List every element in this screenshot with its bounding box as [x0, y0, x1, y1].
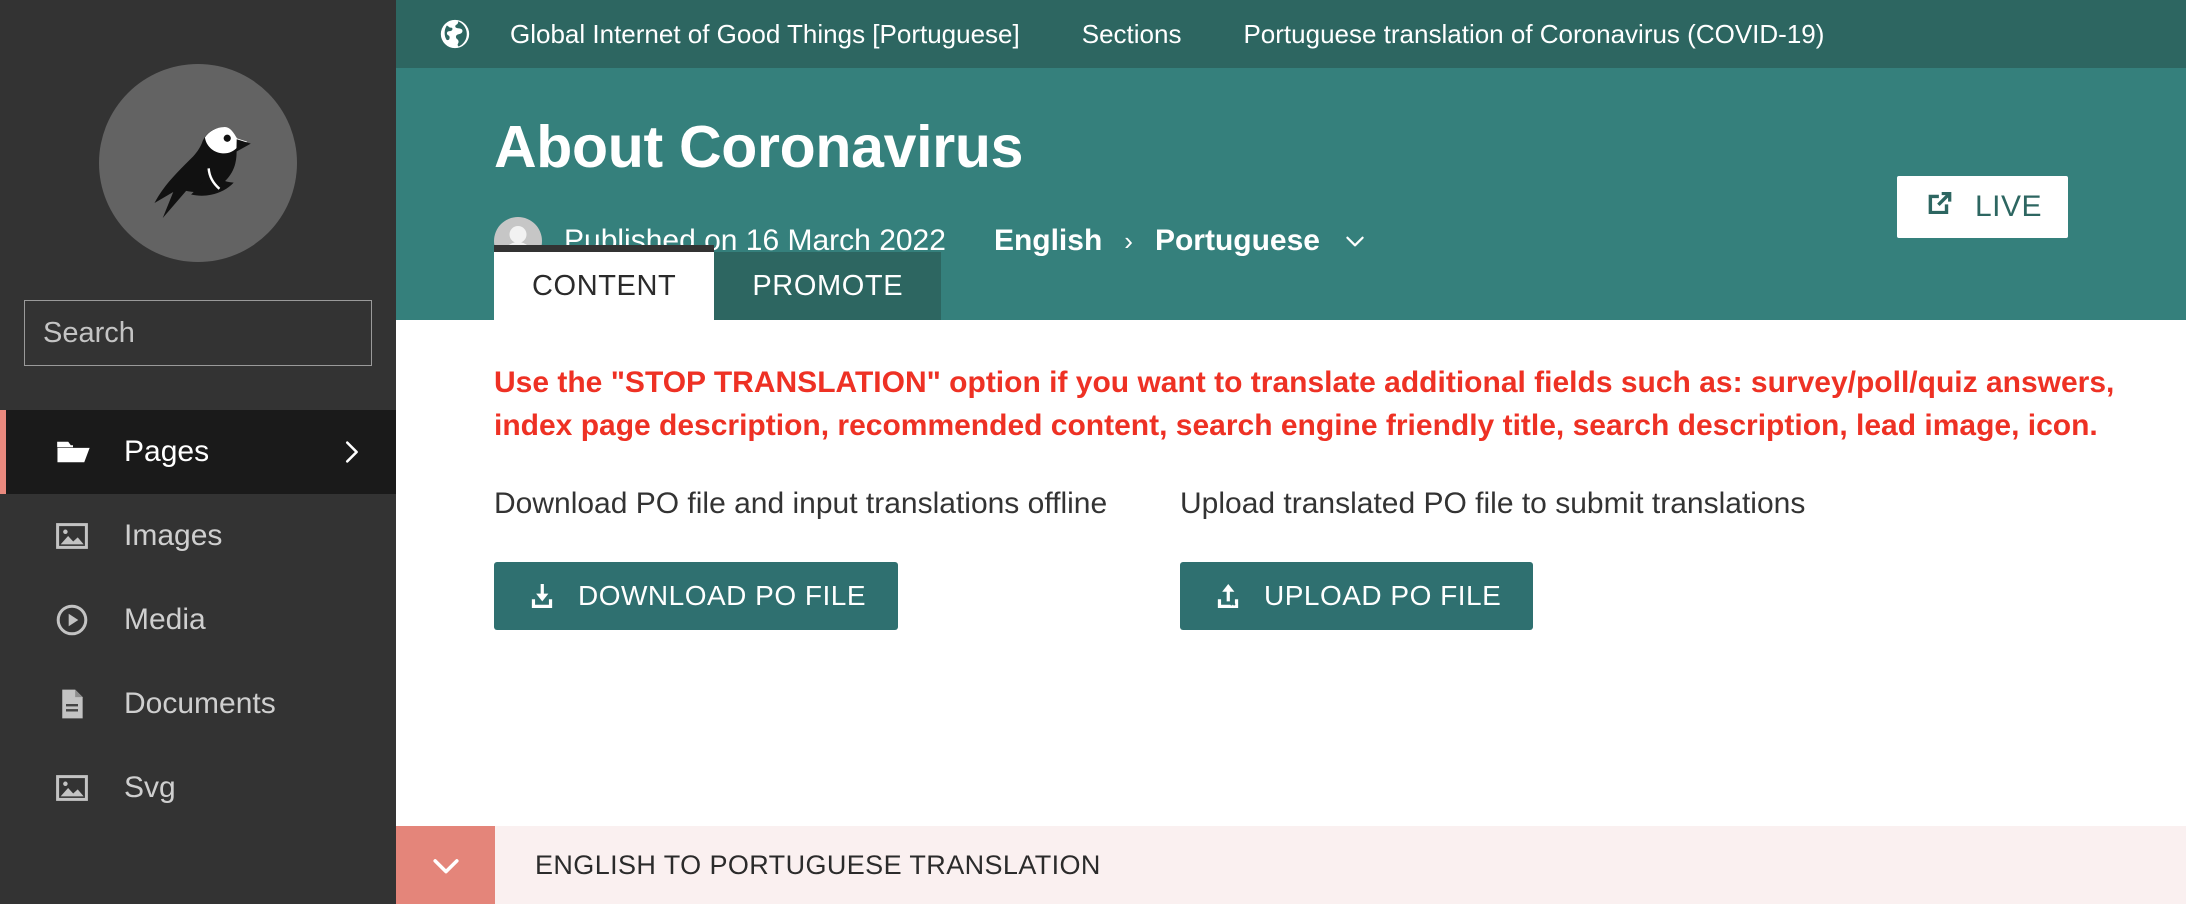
sidebar-item-documents[interactable]: Documents: [0, 662, 396, 746]
sidebar-logo[interactable]: [0, 0, 396, 318]
wagtail-bird-logo-icon: [99, 64, 297, 262]
document-icon: [54, 686, 94, 722]
stop-translation-warning: Use the "STOP TRANSLATION" option if you…: [494, 366, 2115, 442]
search-box[interactable]: [24, 300, 396, 366]
language-to[interactable]: Portuguese: [1155, 226, 1320, 256]
page-header: About Coronavirus LIVE Published on 16 M…: [396, 68, 2186, 320]
translation-accordion: ENGLISH TO PORTUGUESE TRANSLATION: [396, 826, 2186, 904]
content-body: Use the "STOP TRANSLATION" option if you…: [396, 320, 2186, 631]
sidebar: Pages Images: [0, 0, 396, 904]
main-content: Global Internet of Good Things [Portugue…: [396, 0, 2186, 904]
page-title: About Coronavirus: [494, 114, 1024, 180]
upload-icon: [1212, 580, 1244, 612]
sidebar-item-pages[interactable]: Pages: [0, 410, 396, 494]
wagtail-admin-page: Pages Images: [0, 0, 2186, 904]
live-button-label: LIVE: [1974, 190, 2042, 223]
sidebar-nav: Pages Images Media Documents Svg: [0, 410, 396, 830]
upload-po-column: Upload translated PO file to submit tran…: [1180, 487, 1866, 631]
sidebar-item-label: Media: [124, 603, 206, 636]
upload-po-file-button[interactable]: UPLOAD PO FILE: [1180, 562, 1534, 631]
chevron-down-icon[interactable]: [1342, 228, 1368, 254]
download-po-file-label: DOWNLOAD PO FILE: [578, 580, 867, 612]
image-icon: [54, 518, 94, 554]
language-from[interactable]: English: [994, 226, 1102, 256]
download-po-file-button[interactable]: DOWNLOAD PO FILE: [494, 562, 899, 631]
image-icon: [54, 770, 94, 806]
tab-promote[interactable]: PROMOTE: [714, 252, 942, 320]
tab-bar: CONTENT PROMOTE: [494, 245, 942, 320]
accordion-title: ENGLISH TO PORTUGUESE TRANSLATION: [535, 849, 1101, 880]
sidebar-item-media[interactable]: Media: [0, 578, 396, 662]
sidebar-item-label: Pages: [124, 435, 210, 468]
language-switcher: English › Portuguese: [994, 226, 1368, 256]
upload-po-file-label: UPLOAD PO FILE: [1264, 580, 1502, 612]
po-file-actions: Download PO file and input translations …: [494, 487, 2144, 631]
tab-content[interactable]: CONTENT: [494, 245, 715, 320]
breadcrumb-item-site[interactable]: Global Internet of Good Things [Portugue…: [510, 21, 1020, 47]
chevron-down-icon: [426, 845, 466, 885]
globe-icon[interactable]: [438, 17, 472, 51]
download-po-label: Download PO file and input translations …: [494, 487, 1108, 521]
sidebar-item-images[interactable]: Images: [0, 494, 396, 578]
sidebar-search: [0, 300, 396, 366]
accordion-toggle-button[interactable]: [396, 826, 495, 904]
live-button[interactable]: LIVE: [1896, 176, 2068, 238]
sidebar-item-label: Images: [124, 519, 223, 552]
download-po-column: Download PO file and input translations …: [494, 487, 1180, 631]
search-input[interactable]: [25, 301, 396, 365]
sidebar-item-label: Documents: [124, 687, 276, 720]
breadcrumb-item-sections[interactable]: Sections: [1082, 21, 1182, 47]
sidebar-item-svg[interactable]: Svg: [0, 746, 396, 830]
breadcrumb: Global Internet of Good Things [Portugue…: [396, 0, 2186, 68]
chevron-right-icon: ›: [1124, 226, 1133, 256]
folder-open-icon: [54, 433, 94, 471]
breadcrumb-item-current[interactable]: Portuguese translation of Coronavirus (C…: [1243, 21, 1824, 47]
sidebar-item-label: Svg: [124, 771, 176, 804]
chevron-right-icon: [336, 437, 366, 467]
external-link-icon: [1923, 186, 1957, 228]
play-circle-icon: [54, 602, 94, 638]
download-icon: [526, 580, 558, 612]
upload-po-label: Upload translated PO file to submit tran…: [1180, 487, 1806, 521]
